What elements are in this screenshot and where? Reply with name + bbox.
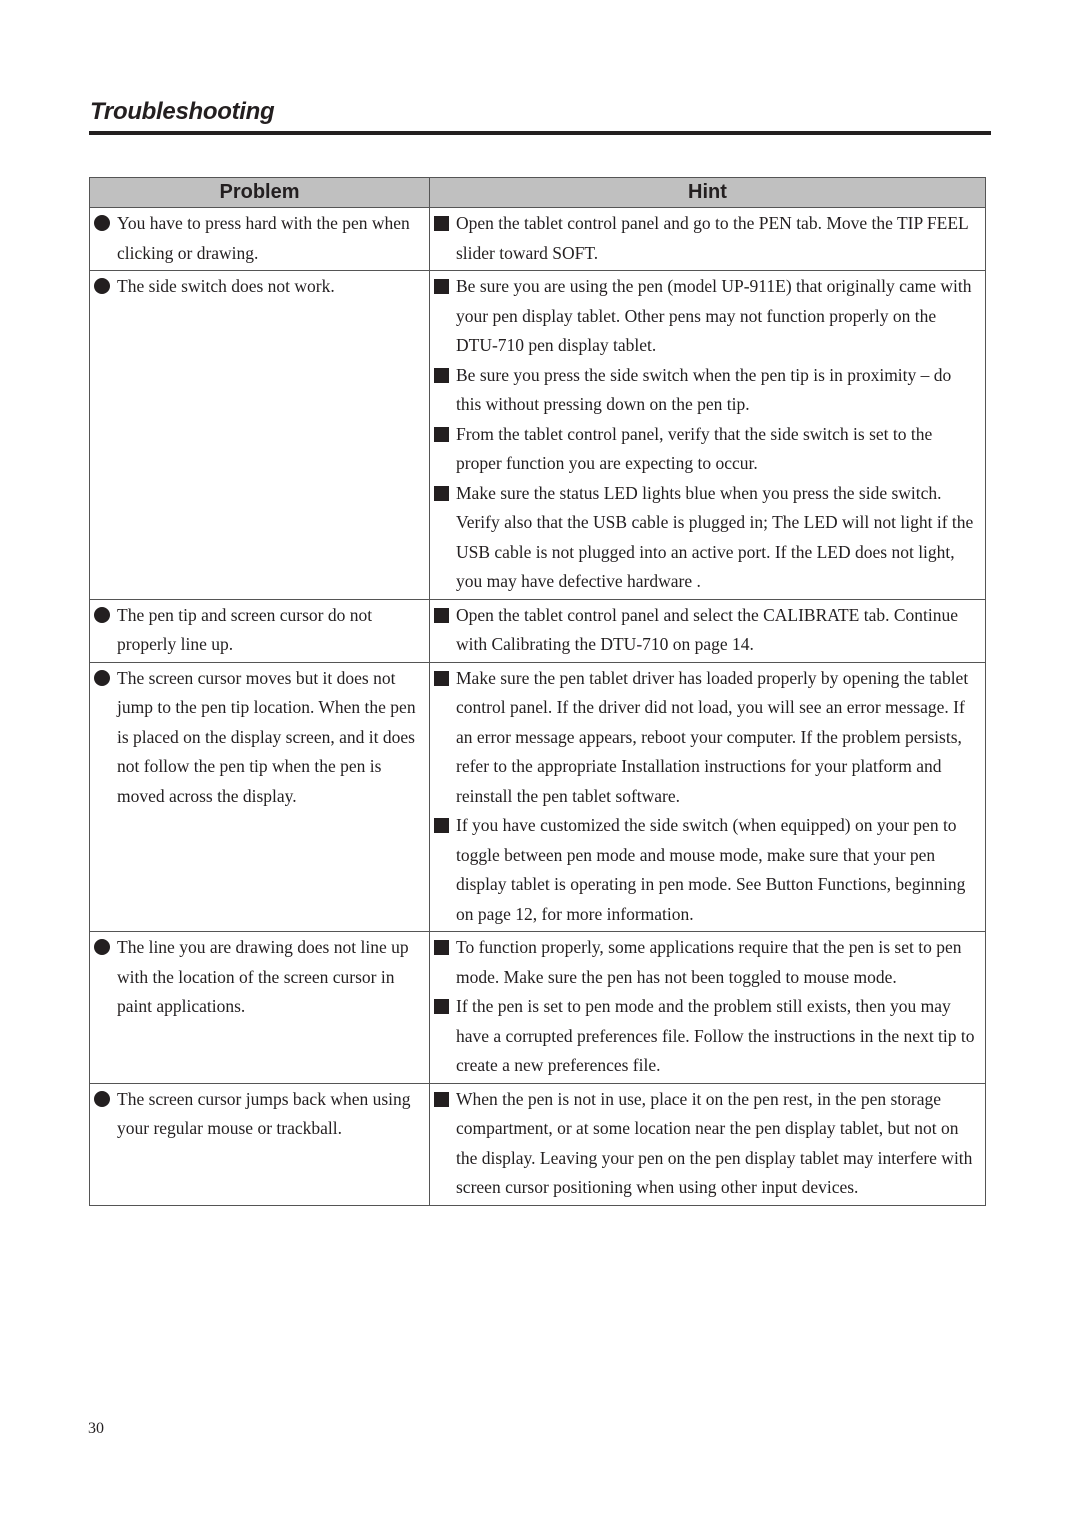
square-bullet-icon bbox=[434, 367, 449, 383]
square-bullet-icon bbox=[434, 940, 449, 955]
problem-item: You have to press hard with the pen when… bbox=[94, 209, 423, 268]
hint-item: Be sure you are using the pen (model UP-… bbox=[434, 272, 979, 361]
hint-item: To function properly, some applications … bbox=[434, 933, 979, 992]
hint-cell: When the pen is not in use, place it on … bbox=[429, 1082, 986, 1206]
table-row: You have to press hard with the pen when… bbox=[89, 207, 986, 271]
hint-text: Make sure the pen tablet driver has load… bbox=[456, 667, 969, 806]
hint-item: Make sure the pen tablet driver has load… bbox=[434, 664, 979, 812]
hint-text: To function properly, some applications … bbox=[456, 937, 962, 987]
circle-bullet-icon bbox=[94, 278, 110, 294]
hint-text: Open the tablet control panel and select… bbox=[456, 604, 959, 655]
hint-text: Be sure you are using the pen (model UP-… bbox=[456, 276, 972, 355]
hint-item: From the tablet control panel, verify th… bbox=[434, 420, 979, 479]
problem-text: The line you are drawing does not line u… bbox=[117, 937, 409, 1016]
table-row: The screen cursor jumps back when using … bbox=[89, 1082, 986, 1206]
square-bullet-icon bbox=[434, 607, 449, 623]
column-header-problem: Problem bbox=[89, 177, 430, 208]
problem-item: The screen cursor jumps back when using … bbox=[94, 1085, 423, 1144]
circle-bullet-icon bbox=[94, 1090, 110, 1107]
square-bullet-icon bbox=[434, 426, 449, 442]
hint-text: When the pen is not in use, place it on … bbox=[456, 1088, 973, 1198]
table-row: The pen tip and screen cursor do not pro… bbox=[89, 598, 986, 663]
table-row: The side switch does not work. Be sure yo… bbox=[89, 270, 986, 600]
hint-cell: Be sure you are using the pen (model UP-… bbox=[429, 270, 986, 600]
hint-text: Be sure you press the side switch when t… bbox=[456, 364, 952, 415]
hint-item: Make sure the status LED lights blue whe… bbox=[434, 479, 979, 597]
table-body: You have to press hard with the pen when… bbox=[89, 207, 986, 1206]
hint-item: If you have customized the side switch (… bbox=[434, 811, 979, 929]
problem-text: You have to press hard with the pen when… bbox=[117, 213, 410, 263]
hint-item: When the pen is not in use, place it on … bbox=[434, 1085, 979, 1203]
circle-bullet-icon bbox=[94, 606, 110, 623]
hint-item: Open the tablet control panel and go to … bbox=[434, 209, 979, 268]
hint-cell: Open the tablet control panel and select… bbox=[429, 598, 986, 663]
hint-text: Open the tablet control panel and go to … bbox=[456, 213, 969, 263]
circle-bullet-icon bbox=[94, 669, 110, 686]
square-bullet-icon bbox=[434, 818, 449, 833]
hint-item: Be sure you press the side switch when t… bbox=[434, 361, 979, 420]
problem-item: The line you are drawing does not line u… bbox=[94, 933, 423, 1022]
square-bullet-icon bbox=[434, 485, 449, 501]
hint-text: Make sure the status LED lights blue whe… bbox=[456, 482, 974, 592]
problem-cell: The line you are drawing does not line u… bbox=[89, 931, 430, 1084]
hint-item: Open the tablet control panel and select… bbox=[434, 601, 979, 660]
table-row: The line you are drawing does not line u… bbox=[89, 931, 986, 1084]
hint-cell: Open the tablet control panel and go to … bbox=[429, 207, 986, 271]
square-bullet-icon bbox=[434, 216, 449, 231]
title-rule bbox=[89, 131, 991, 135]
hint-text: From the tablet control panel, verify th… bbox=[456, 423, 933, 474]
hint-cell: To function properly, some applications … bbox=[429, 931, 986, 1084]
hint-cell: Make sure the pen tablet driver has load… bbox=[429, 661, 986, 932]
hint-text: If the pen is set to pen mode and the pr… bbox=[456, 996, 975, 1075]
square-bullet-icon bbox=[434, 279, 449, 294]
hint-text: If you have customized the side switch (… bbox=[456, 815, 966, 924]
square-bullet-icon bbox=[434, 999, 449, 1014]
table-row: The screen cursor moves but it does not … bbox=[89, 661, 986, 932]
page-number: 30 bbox=[88, 1420, 104, 1437]
problem-item: The pen tip and screen cursor do not pro… bbox=[94, 601, 423, 660]
problem-cell: You have to press hard with the pen when… bbox=[89, 207, 430, 271]
troubleshooting-table: Problem Hint You have to press hard with… bbox=[89, 177, 986, 1206]
problem-cell: The screen cursor moves but it does not … bbox=[89, 661, 430, 932]
hint-item: If the pen is set to pen mode and the pr… bbox=[434, 992, 979, 1081]
problem-text: The screen cursor jumps back when using … bbox=[117, 1088, 411, 1139]
circle-bullet-icon bbox=[94, 215, 110, 231]
problem-text: The side switch does not work. bbox=[117, 276, 335, 296]
problem-cell: The side switch does not work. bbox=[89, 270, 430, 600]
problem-cell: The pen tip and screen cursor do not pro… bbox=[89, 598, 430, 663]
problem-cell: The screen cursor jumps back when using … bbox=[89, 1082, 430, 1206]
square-bullet-icon bbox=[434, 1091, 449, 1107]
page-title: Troubleshooting bbox=[90, 98, 275, 125]
column-header-hint: Hint bbox=[429, 177, 986, 208]
problem-item: The screen cursor moves but it does not … bbox=[94, 664, 423, 812]
problem-item: The side switch does not work. bbox=[94, 272, 423, 302]
problem-text: The screen cursor moves but it does not … bbox=[117, 667, 416, 806]
circle-bullet-icon bbox=[94, 939, 110, 955]
table-header-row: Problem Hint bbox=[89, 177, 986, 208]
problem-text: The pen tip and screen cursor do not pro… bbox=[117, 604, 373, 655]
square-bullet-icon bbox=[434, 670, 449, 686]
